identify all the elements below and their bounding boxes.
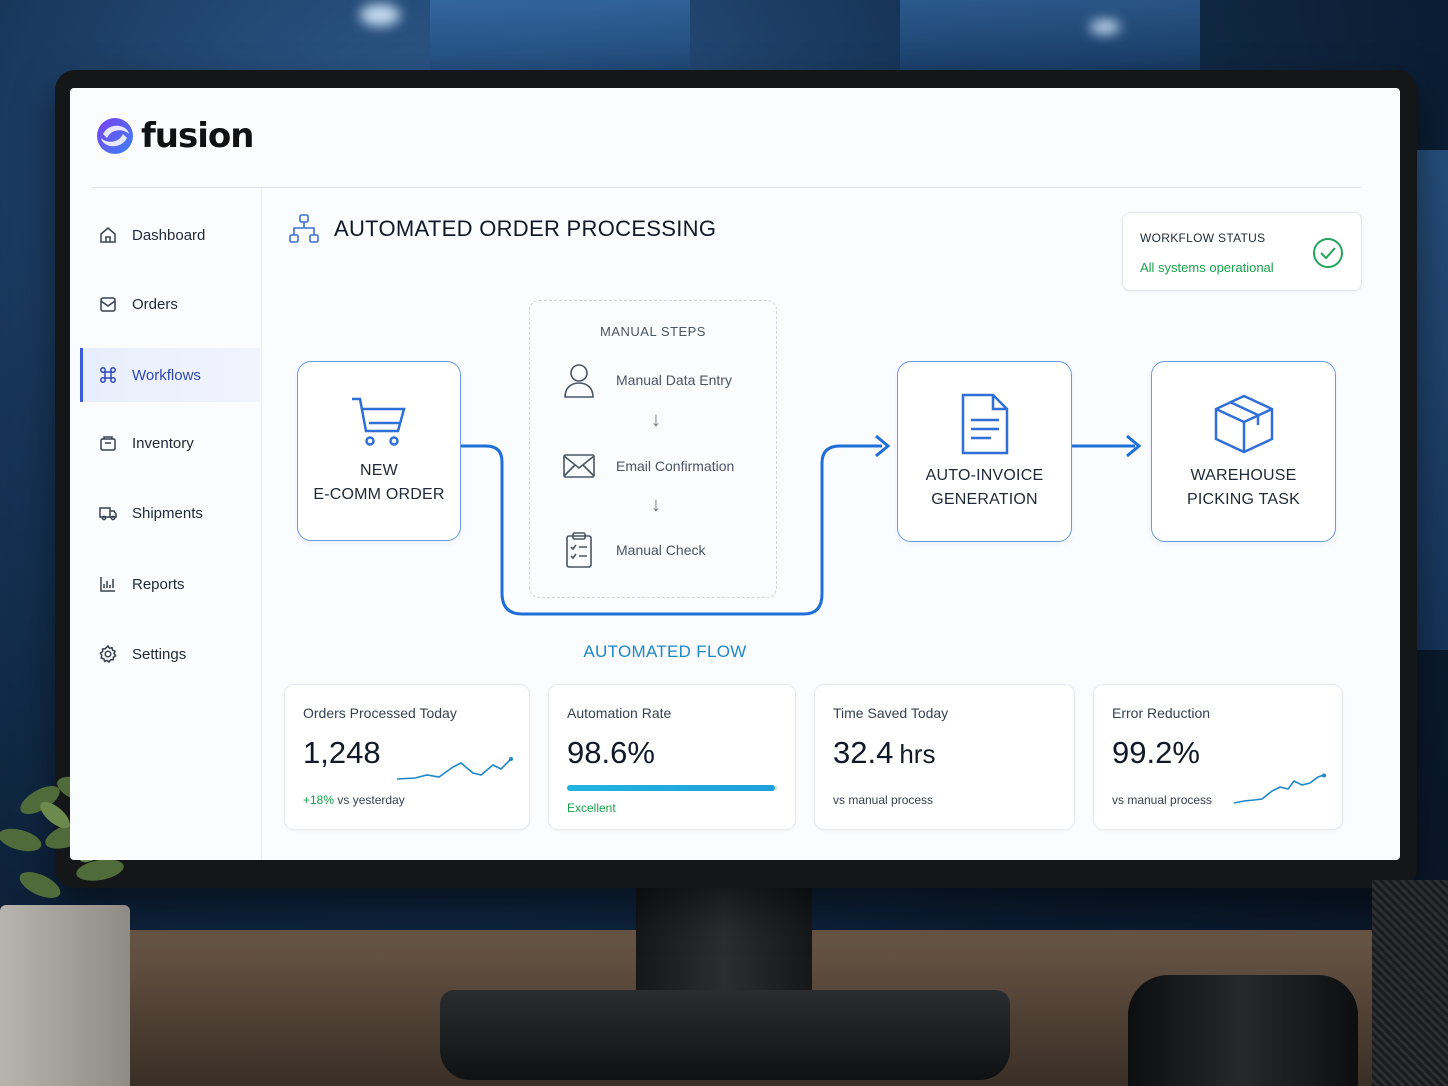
automated-flow-label: AUTOMATED FLOW <box>583 642 747 661</box>
pen-holder <box>1372 880 1448 1086</box>
kpi-unit: hrs <box>899 739 936 769</box>
flow-node-label: NEW E-COMM ORDER <box>313 462 445 503</box>
kpi-rating: Excellent <box>567 801 616 815</box>
envelope-icon <box>563 454 595 478</box>
plant-pot <box>0 905 130 1086</box>
manual-step-label: Email Confirmation <box>616 458 735 474</box>
user-icon <box>564 364 594 398</box>
manual-step: Email Confirmation <box>562 451 734 481</box>
error-sparkline <box>1233 773 1326 804</box>
clipboard-check-icon <box>566 532 592 568</box>
kpi-value: 99.2% <box>1112 735 1200 770</box>
kpi-number: 32.4 <box>833 735 894 770</box>
kpi-value: 1,248 <box>303 735 381 770</box>
kpi-subtext: vs manual process <box>1112 793 1213 807</box>
kpi-title: Time Saved Today <box>833 705 949 721</box>
ceiling-light <box>360 4 400 26</box>
kpi-compare: vs yesterday <box>337 793 405 807</box>
manual-step-label: Manual Check <box>616 542 706 558</box>
package-box-icon <box>1214 394 1273 453</box>
kpi-subtext: +18% vs yesterday <box>303 793 405 807</box>
shopping-cart-icon <box>352 397 406 446</box>
monitor-base <box>440 990 1010 1080</box>
kpi-time-saved-card: Time Saved Today 32.4 hrs vs manual proce… <box>814 684 1075 830</box>
flow-node-label: WAREHOUSE PICKING TASK <box>1187 466 1300 508</box>
kpi-delta: +18% <box>303 793 335 807</box>
manual-steps-title: MANUAL STEPS <box>600 324 706 339</box>
manual-steps-panel: MANUAL STEPS Manual Data Entry ↓ Email C… <box>529 300 777 598</box>
ceiling-light <box>1090 20 1120 34</box>
flow-node-auto-invoice[interactable]: AUTO-INVOICE GENERATION <box>897 361 1072 542</box>
kpi-error-reduction-card: Error Reduction 99.2% vs manual process <box>1093 684 1343 830</box>
coffee-mug <box>1128 975 1358 1086</box>
automation-progress-fill <box>567 785 776 791</box>
flow-node-label: AUTO-INVOICE GENERATION <box>925 466 1044 508</box>
kpi-automation-card: Automation Rate 98.6% Excellent <box>548 684 796 830</box>
kpi-orders-card: Orders Processed Today 1,248 +18% vs yes… <box>284 684 530 830</box>
manual-step: Manual Check <box>562 531 706 569</box>
background-window <box>1415 150 1448 650</box>
kpi-title: Orders Processed Today <box>303 705 457 721</box>
flow-node-warehouse[interactable]: WAREHOUSE PICKING TASK <box>1151 361 1336 542</box>
background-window <box>900 0 1200 70</box>
kpi-subtext: vs manual process <box>833 793 934 807</box>
flow-node-new-order[interactable]: NEW E-COMM ORDER <box>297 361 461 541</box>
invoice-document-icon <box>961 393 1008 454</box>
manual-step: Manual Data Entry <box>562 361 732 399</box>
down-arrow-icon: ↓ <box>651 409 661 431</box>
automation-progress-bar <box>567 785 778 791</box>
orders-sparkline <box>396 757 513 780</box>
manual-step-label: Manual Data Entry <box>616 372 732 388</box>
kpi-title: Automation Rate <box>567 705 672 721</box>
kpi-value: 32.4 hrs <box>833 735 935 771</box>
kpi-value: 98.6% <box>567 735 655 770</box>
background-window <box>430 0 690 70</box>
app-screen: fusion Dashboard Orders Workflows Invent… <box>70 88 1400 860</box>
kpi-title: Error Reduction <box>1112 705 1211 721</box>
down-arrow-icon: ↓ <box>651 494 661 516</box>
